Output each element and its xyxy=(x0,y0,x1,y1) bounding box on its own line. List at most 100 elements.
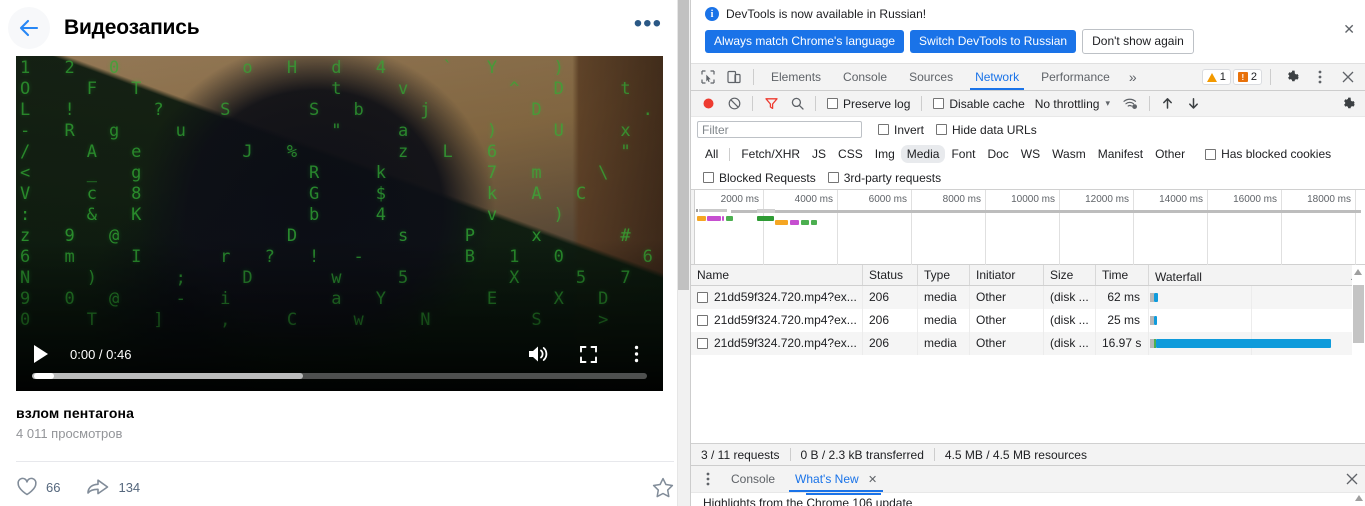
hide-data-urls-checkbox[interactable]: Hide data URLs xyxy=(930,123,1043,137)
drawer-tab-whats-new[interactable]: What's New ✕ xyxy=(785,466,887,492)
page-scrollbar-thumb[interactable] xyxy=(678,0,689,290)
video-progress-bar[interactable] xyxy=(32,373,647,379)
tab-console[interactable]: Console xyxy=(832,64,898,90)
always-match-language-button[interactable]: Always match Chrome's language xyxy=(705,30,905,53)
column-header-status[interactable]: Status xyxy=(863,265,918,285)
drawer-tab-console[interactable]: Console xyxy=(721,466,785,492)
device-toolbar-button[interactable] xyxy=(721,65,747,89)
type-filter-media[interactable]: Media xyxy=(900,145,946,163)
table-row[interactable]: 21dd59f324.720.mp4?ex... 206 media Other… xyxy=(691,286,1365,309)
page-scrollbar[interactable] xyxy=(677,0,690,506)
switch-to-russian-button[interactable]: Switch DevTools to Russian xyxy=(910,30,1077,53)
drawer-scroll-up-icon[interactable] xyxy=(1355,495,1363,501)
devtools-menu-button[interactable] xyxy=(1307,65,1333,89)
play-button[interactable] xyxy=(24,337,58,371)
drawer-close-button[interactable] xyxy=(1339,467,1365,491)
like-button[interactable]: 66 xyxy=(16,477,60,497)
toolbar-separator-3 xyxy=(921,96,923,111)
tab-network[interactable]: Network xyxy=(964,64,1030,90)
column-header-waterfall-label: Waterfall xyxy=(1155,269,1202,284)
type-filter-css[interactable]: CSS xyxy=(832,145,869,163)
type-filter-js[interactable]: JS xyxy=(806,145,832,163)
network-settings-button[interactable] xyxy=(1335,92,1361,116)
scroll-up-arrow-icon[interactable] xyxy=(1354,269,1362,275)
back-button[interactable] xyxy=(8,7,50,49)
progress-playhead[interactable] xyxy=(34,373,54,379)
has-blocked-cookies-checkbox[interactable]: Has blocked cookies xyxy=(1199,147,1337,161)
type-filter-other[interactable]: Other xyxy=(1149,145,1191,163)
cell-name[interactable]: 21dd59f324.720.mp4?ex... xyxy=(691,309,863,332)
video-player[interactable]: 1 2 0 o H d 4 ` Y ) a O F T t v ^ D t u … xyxy=(16,56,663,391)
overview-chip xyxy=(722,216,724,221)
type-filter-all[interactable]: All xyxy=(699,145,724,163)
volume-button[interactable] xyxy=(521,337,555,371)
column-header-waterfall[interactable]: Waterfall xyxy=(1149,265,1365,285)
type-filter-img[interactable]: Img xyxy=(869,145,901,163)
row-checkbox[interactable] xyxy=(697,315,708,326)
issues-badge[interactable]: ! 2 xyxy=(1232,69,1262,85)
table-row[interactable]: 21dd59f324.720.mp4?ex... 206 media Other… xyxy=(691,309,1365,332)
infobar-message: DevTools is now available in Russian! xyxy=(726,7,927,21)
record-button[interactable] xyxy=(695,92,721,116)
row-checkbox[interactable] xyxy=(697,292,708,303)
invert-checkbox[interactable]: Invert xyxy=(872,123,930,137)
export-har-button[interactable] xyxy=(1181,92,1207,116)
tab-sources[interactable]: Sources xyxy=(898,64,964,90)
header-more-button[interactable]: ••• xyxy=(634,12,662,37)
devtools-settings-button[interactable] xyxy=(1279,65,1305,89)
network-overview-timeline[interactable]: 2000 ms 4000 ms 6000 ms 8000 ms 10000 ms… xyxy=(691,189,1365,266)
import-har-button[interactable] xyxy=(1155,92,1181,116)
table-row[interactable]: 21dd59f324.720.mp4?ex... 206 media Other… xyxy=(691,332,1365,355)
type-filter-wasm[interactable]: Wasm xyxy=(1046,145,1092,163)
info-icon: i xyxy=(705,7,719,21)
cell-type: media xyxy=(918,309,970,332)
gear-icon xyxy=(1344,97,1355,108)
row-checkbox[interactable] xyxy=(697,338,708,349)
gridline xyxy=(837,190,838,266)
type-filter-fetch-xhr[interactable]: Fetch/XHR xyxy=(735,145,806,163)
bookmark-button[interactable] xyxy=(652,477,674,498)
type-filter-doc[interactable]: Doc xyxy=(981,145,1014,163)
video-settings-button[interactable] xyxy=(619,337,653,371)
cell-name[interactable]: 21dd59f324.720.mp4?ex... xyxy=(691,332,863,355)
preserve-log-checkbox[interactable]: Preserve log xyxy=(821,97,916,111)
column-header-name[interactable]: Name xyxy=(691,265,863,285)
third-party-requests-checkbox[interactable]: 3rd-party requests xyxy=(822,171,947,185)
overview-tick-label: 6000 ms xyxy=(868,194,907,205)
more-tabs-button[interactable]: » xyxy=(1121,69,1145,85)
network-conditions-button[interactable] xyxy=(1118,92,1144,116)
inspect-element-button[interactable] xyxy=(695,65,721,89)
devtools-close-button[interactable] xyxy=(1335,65,1361,89)
dont-show-again-button[interactable]: Don't show again xyxy=(1082,29,1194,54)
search-button[interactable] xyxy=(784,92,810,116)
clear-button[interactable] xyxy=(721,92,747,116)
disable-cache-checkbox[interactable]: Disable cache xyxy=(927,97,1030,111)
tab-performance[interactable]: Performance xyxy=(1030,64,1121,90)
infobar-close-button[interactable]: ✕ xyxy=(1343,22,1355,36)
column-header-initiator[interactable]: Initiator xyxy=(970,265,1044,285)
column-header-type[interactable]: Type xyxy=(918,265,970,285)
overview-bar xyxy=(696,209,698,212)
filter-input[interactable] xyxy=(697,121,862,138)
warning-badge[interactable]: 1 xyxy=(1201,69,1231,85)
drawer-menu-button[interactable] xyxy=(695,467,721,491)
close-icon xyxy=(1342,71,1354,83)
share-button[interactable]: 134 xyxy=(86,477,140,497)
blocked-requests-checkbox[interactable]: Blocked Requests xyxy=(697,171,822,185)
type-filter-ws[interactable]: WS xyxy=(1015,145,1046,163)
waterfall-scrollbar[interactable] xyxy=(1352,265,1365,443)
cell-name[interactable]: 21dd59f324.720.mp4?ex... xyxy=(691,286,863,309)
type-filter-manifest[interactable]: Manifest xyxy=(1092,145,1149,163)
drawer-tab-close-icon[interactable]: ✕ xyxy=(868,474,877,486)
filter-toggle-button[interactable] xyxy=(758,92,784,116)
overview-ruler: 2000 ms 4000 ms 6000 ms 8000 ms 10000 ms… xyxy=(691,190,1365,266)
type-filter-font[interactable]: Font xyxy=(945,145,981,163)
column-header-time[interactable]: Time xyxy=(1096,265,1149,285)
preserve-log-label: Preserve log xyxy=(843,96,911,111)
waterfall-scrollbar-thumb[interactable] xyxy=(1353,285,1364,343)
fullscreen-button[interactable] xyxy=(571,337,605,371)
column-header-size[interactable]: Size xyxy=(1044,265,1096,285)
tab-elements[interactable]: Elements xyxy=(760,64,832,90)
chevron-down-icon[interactable]: ▾ xyxy=(1099,98,1118,109)
throttling-select[interactable]: No throttling xyxy=(1031,97,1100,111)
